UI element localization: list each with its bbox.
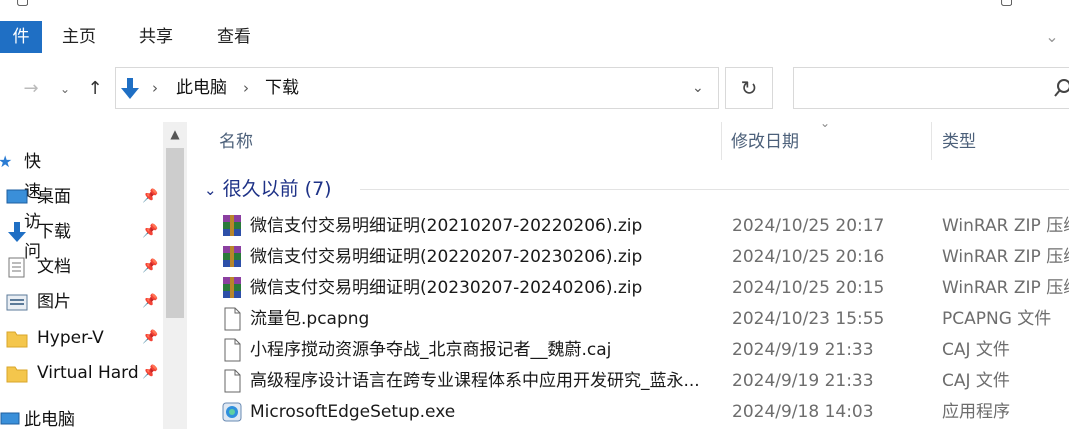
file-name[interactable]: 微信支付交易明细证明(20210207-20220206).zip: [250, 211, 642, 242]
column-header-name[interactable]: 名称: [219, 128, 253, 156]
file-type: 应用程序: [942, 402, 1010, 422]
sort-indicator-icon: ⌄: [820, 116, 831, 130]
column-header-type[interactable]: 类型: [942, 128, 976, 156]
restore-icon[interactable]: ▢: [1000, 0, 1013, 8]
file-date: 2024/9/19 21:33: [732, 371, 874, 391]
file-type: WinRAR ZIP 压缩: [942, 247, 1069, 267]
file-type: WinRAR ZIP 压缩: [942, 216, 1069, 236]
winrar-icon: [220, 245, 244, 269]
breadcrumb-separator-icon: ›: [152, 79, 158, 97]
pin-icon: 📌: [142, 224, 159, 239]
file-type: CAJ 文件: [942, 340, 1010, 360]
recent-locations-icon[interactable]: ⌄: [55, 74, 75, 104]
file-date: 2024/10/25 20:15: [732, 278, 885, 298]
file-name[interactable]: 高级程序设计语言在跨专业课程体系中应用开发研究_蓝永...: [250, 366, 700, 397]
folder-icon: [6, 366, 28, 383]
file-name[interactable]: 流量包.pcapng: [250, 304, 369, 335]
nav-item-desktop[interactable]: 桌面 📌: [0, 182, 160, 212]
refresh-button[interactable]: ↻: [725, 67, 773, 109]
search-input[interactable]: [793, 67, 1069, 109]
file-type: PCAPNG 文件: [942, 309, 1052, 329]
file-type: WinRAR ZIP 压缩: [942, 278, 1069, 298]
address-dropdown-icon[interactable]: ⌄: [692, 76, 704, 100]
pin-icon: 📌: [142, 365, 159, 380]
column-header-modified[interactable]: 修改日期: [731, 128, 799, 156]
pin-icon: 📌: [142, 294, 159, 309]
installer-icon: [220, 400, 244, 424]
file-date: 2024/10/25 20:16: [732, 247, 885, 267]
nav-item-label: 此电脑: [24, 410, 75, 430]
column-divider[interactable]: [721, 122, 722, 160]
nav-item-pictures[interactable]: 图片 📌: [0, 287, 160, 317]
file-type: CAJ 文件: [942, 371, 1010, 391]
winrar-icon: [220, 276, 244, 300]
file-date: 2024/10/25 20:17: [732, 216, 885, 236]
desktop-icon: [6, 189, 28, 204]
file-icon: [220, 338, 244, 362]
file-icon: [220, 369, 244, 393]
winrar-icon: [220, 214, 244, 238]
pin-icon: 📌: [142, 189, 159, 204]
nav-item-virtual-hard[interactable]: Virtual Hard 📌: [0, 358, 160, 388]
nav-item-hyper-v[interactable]: Hyper-V 📌: [0, 323, 160, 353]
nav-item-label: 下载: [37, 222, 71, 242]
quick-access-toolbar-icon[interactable]: ▢: [16, 0, 29, 8]
file-name[interactable]: 小程序搅动资源争夺战_北京商报记者__魏蔚.caj: [250, 335, 611, 366]
breadcrumb-this-pc[interactable]: 此电脑: [176, 76, 227, 100]
title-bar: [0, 0, 1069, 12]
download-icon: [8, 222, 26, 242]
group-header[interactable]: ⌄ 很久以前 (7): [204, 175, 332, 204]
file-name[interactable]: MicrosoftEdgeSetup.exe: [250, 397, 455, 428]
folder-icon: [6, 331, 28, 348]
expand-ribbon-icon[interactable]: ⌄: [1041, 26, 1063, 48]
pin-icon: 📌: [142, 330, 159, 345]
breadcrumb-separator-icon: ›: [243, 79, 249, 97]
forward-button[interactable]: →: [18, 74, 44, 104]
group-header-label: 很久以前 (7): [222, 178, 332, 200]
scrollbar-thumb[interactable]: [166, 148, 184, 318]
collapse-chevron-icon: ⌄: [204, 181, 217, 199]
picture-icon: [6, 294, 28, 311]
nav-item-this-pc[interactable]: 此电脑: [0, 405, 160, 435]
file-date: 2024/9/18 14:03: [732, 402, 874, 422]
nav-item-label: Hyper-V: [37, 328, 104, 348]
nav-item-label: Virtual Hard: [37, 363, 139, 383]
download-folder-icon: [121, 78, 139, 99]
nav-item-label: 文档: [37, 257, 71, 277]
search-icon: [1054, 79, 1069, 97]
group-divider: [360, 189, 1069, 190]
breadcrumb-downloads[interactable]: 下载: [265, 76, 299, 100]
scroll-up-icon[interactable]: ▲: [163, 122, 187, 146]
nav-item-downloads[interactable]: 下载 📌: [0, 217, 160, 247]
nav-item-label: 桌面: [37, 187, 71, 207]
file-date: 2024/9/19 21:33: [732, 340, 874, 360]
computer-icon: [0, 412, 20, 425]
up-button[interactable]: ↑: [82, 74, 108, 104]
file-name[interactable]: 微信支付交易明细证明(20230207-20240206).zip: [250, 273, 642, 304]
tab-file[interactable]: 件: [0, 21, 42, 53]
pin-icon: 📌: [142, 259, 159, 274]
tab-view[interactable]: 查看: [217, 21, 251, 53]
star-icon: ★: [0, 152, 13, 171]
tab-home[interactable]: 主页: [62, 21, 96, 53]
nav-item-documents[interactable]: 文档 📌: [0, 252, 160, 282]
nav-item-label: 图片: [37, 292, 71, 312]
column-divider[interactable]: [931, 122, 932, 160]
file-name[interactable]: 微信支付交易明细证明(20220207-20230206).zip: [250, 242, 642, 273]
document-icon: [8, 257, 25, 278]
file-date: 2024/10/23 15:55: [732, 309, 885, 329]
tab-share[interactable]: 共享: [139, 21, 173, 53]
file-icon: [220, 307, 244, 331]
